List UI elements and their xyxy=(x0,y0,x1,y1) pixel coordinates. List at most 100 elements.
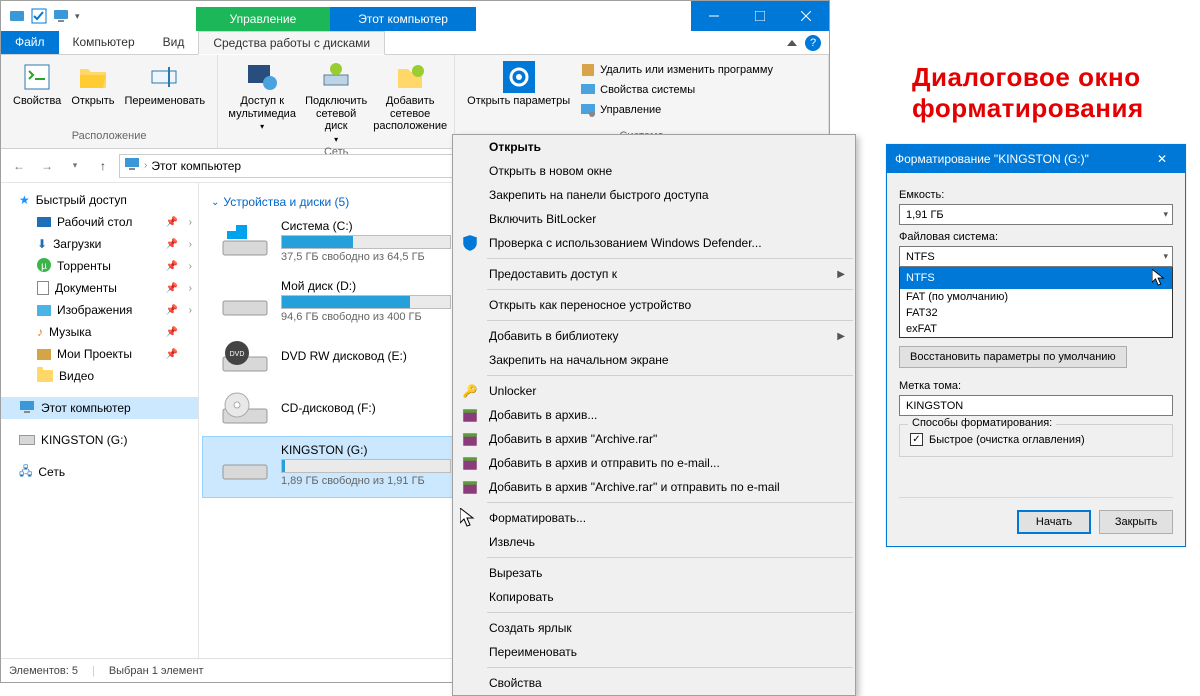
ctx-add-to-archive[interactable]: Добавить в архив... xyxy=(453,403,855,427)
capacity-select[interactable]: 1,91 ГБ▾ xyxy=(899,204,1173,225)
ribbon-group-label: Расположение xyxy=(9,130,209,144)
ctx-copy[interactable]: Копировать xyxy=(453,585,855,609)
checkbox-icon[interactable] xyxy=(31,8,47,24)
ctx-eject[interactable]: Извлечь xyxy=(453,530,855,554)
ribbon-add-network-location[interactable]: Добавить сетевое расположение xyxy=(374,59,446,135)
fs-option-ntfs[interactable]: NTFS xyxy=(900,267,1172,289)
nav-video[interactable]: Видео xyxy=(1,365,198,387)
nav-kingston[interactable]: KINGSTON (G:) xyxy=(1,429,198,451)
qat-dropdown-icon[interactable]: ▾ xyxy=(75,11,80,22)
tab-drive-tools[interactable]: Средства работы с дисками xyxy=(198,31,385,55)
ribbon-context-tab[interactable]: Управление xyxy=(196,7,331,31)
nav-network[interactable]: 🖧Сеть xyxy=(1,461,198,483)
ctx-create-shortcut[interactable]: Создать ярлык xyxy=(453,616,855,640)
folder-open-icon xyxy=(77,61,109,93)
tab-view[interactable]: Вид xyxy=(149,31,199,54)
ctx-open-portable[interactable]: Открыть как переносное устройство xyxy=(453,293,855,317)
submenu-arrow-icon: ▶ xyxy=(837,331,845,342)
capacity-label: Емкость: xyxy=(899,189,1173,201)
nav-projects[interactable]: Мои Проекты📌 xyxy=(1,343,198,365)
nav-recent-button[interactable]: ▾ xyxy=(63,154,87,178)
winrar-icon xyxy=(461,454,479,472)
ribbon-system-properties[interactable]: Свойства системы xyxy=(576,81,777,99)
media-icon xyxy=(246,61,278,93)
tab-computer[interactable]: Компьютер xyxy=(59,31,149,54)
ctx-pin-quick-access[interactable]: Закрепить на панели быстрого доступа xyxy=(453,183,855,207)
ctx-archive-email[interactable]: Добавить в архив и отправить по e-mail..… xyxy=(453,451,855,475)
ribbon-uninstall-programs[interactable]: Удалить или изменить программу xyxy=(576,61,777,79)
restore-defaults-button[interactable]: Восстановить параметры по умолчанию xyxy=(899,346,1127,368)
ribbon-properties[interactable]: Свойства xyxy=(9,59,65,110)
chevron-down-icon: ▾ xyxy=(1163,209,1168,220)
tab-file[interactable]: Файл xyxy=(1,31,59,54)
ctx-properties[interactable]: Свойства xyxy=(453,671,855,695)
help-icon[interactable]: ? xyxy=(805,35,821,51)
dialog-title: Форматирование "KINGSTON (G:)" xyxy=(895,152,1089,166)
nav-back-button[interactable]: ← xyxy=(7,154,31,178)
nav-torrents[interactable]: µТорренты📌› xyxy=(1,255,198,277)
checkbox-checked-icon: ✓ xyxy=(910,433,923,446)
ribbon-manage[interactable]: Управление xyxy=(576,101,777,119)
ctx-bitlocker[interactable]: Включить BitLocker xyxy=(453,207,855,231)
nav-music[interactable]: ♪Музыка📌 xyxy=(1,321,198,343)
ribbon-open[interactable]: Открыть xyxy=(67,59,118,110)
cursor-icon xyxy=(1152,269,1166,287)
drive-icon xyxy=(19,435,35,445)
star-icon: ★ xyxy=(19,193,30,207)
ribbon-map-drive[interactable]: Подключить сетевой диск ▾ xyxy=(300,59,372,146)
nav-desktop[interactable]: Рабочий стол📌› xyxy=(1,211,198,233)
winrar-icon xyxy=(461,430,479,448)
close-button[interactable] xyxy=(783,1,829,31)
ribbon-collapse-icon[interactable] xyxy=(787,40,797,46)
fs-option-fat[interactable]: FAT (по умолчанию) xyxy=(900,289,1172,305)
maximize-button[interactable] xyxy=(737,1,783,31)
network-drive-icon xyxy=(320,61,352,93)
fs-option-fat32[interactable]: FAT32 xyxy=(900,305,1172,321)
dialog-titlebar[interactable]: Форматирование "KINGSTON (G:)" ✕ xyxy=(887,145,1185,173)
winrar-icon xyxy=(461,478,479,496)
dialog-close-button[interactable]: ✕ xyxy=(1147,152,1177,166)
nav-up-button[interactable]: ↑ xyxy=(91,154,115,178)
ribbon-tabs: Файл Компьютер Вид Средства работы с дис… xyxy=(1,31,829,55)
folder-icon xyxy=(37,370,53,382)
music-icon: ♪ xyxy=(37,325,43,339)
unlocker-icon: 🔑 xyxy=(461,382,479,400)
start-button[interactable]: Начать xyxy=(1017,510,1091,534)
ctx-share[interactable]: Предоставить доступ к▶ xyxy=(453,262,855,286)
breadcrumb[interactable]: Этот компьютер xyxy=(151,159,241,173)
ctx-archive-named-email[interactable]: Добавить в архив "Archive.rar" и отправи… xyxy=(453,475,855,499)
pc-icon[interactable] xyxy=(53,8,69,24)
volume-label-input[interactable]: KINGSTON xyxy=(899,395,1173,416)
ctx-cut[interactable]: Вырезать xyxy=(453,561,855,585)
pc-icon xyxy=(19,399,35,418)
cd-icon xyxy=(221,391,269,427)
network-icon: 🖧 xyxy=(19,462,32,483)
properties-icon xyxy=(21,61,53,93)
dvd-icon: DVD xyxy=(221,339,269,375)
nav-forward-button[interactable]: → xyxy=(35,154,59,178)
nav-pictures[interactable]: Изображения📌› xyxy=(1,299,198,321)
ctx-unlocker[interactable]: 🔑Unlocker xyxy=(453,379,855,403)
nav-this-pc[interactable]: Этот компьютер xyxy=(1,397,198,419)
ribbon-rename[interactable]: Переименовать xyxy=(121,59,210,110)
pictures-icon xyxy=(37,305,51,316)
ribbon-media-access[interactable]: Доступ к мультимедиа ▾ xyxy=(226,59,298,133)
ribbon-open-settings[interactable]: Открыть параметры xyxy=(463,59,574,110)
filesystem-select[interactable]: NTFS▾ xyxy=(899,246,1173,267)
ctx-open-new-window[interactable]: Открыть в новом окне xyxy=(453,159,855,183)
ctx-add-to-archive-named[interactable]: Добавить в архив "Archive.rar" xyxy=(453,427,855,451)
fs-option-exfat[interactable]: exFAT xyxy=(900,321,1172,337)
ctx-format[interactable]: Форматировать... xyxy=(453,506,855,530)
system-menu-icon[interactable] xyxy=(9,8,25,24)
ctx-windows-defender[interactable]: Проверка с использованием Windows Defend… xyxy=(453,231,855,255)
ctx-rename[interactable]: Переименовать xyxy=(453,640,855,664)
ctx-pin-start[interactable]: Закрепить на начальном экране xyxy=(453,348,855,372)
nav-downloads[interactable]: ⬇Загрузки📌› xyxy=(1,233,198,255)
ctx-add-library[interactable]: Добавить в библиотеку▶ xyxy=(453,324,855,348)
nav-quick-access[interactable]: ★Быстрый доступ xyxy=(1,189,198,211)
close-button[interactable]: Закрыть xyxy=(1099,510,1173,534)
ctx-open[interactable]: Открыть xyxy=(453,135,855,159)
minimize-button[interactable] xyxy=(691,1,737,31)
nav-documents[interactable]: Документы📌› xyxy=(1,277,198,299)
quick-format-checkbox[interactable]: ✓ Быстрое (очистка оглавления) xyxy=(910,433,1162,446)
